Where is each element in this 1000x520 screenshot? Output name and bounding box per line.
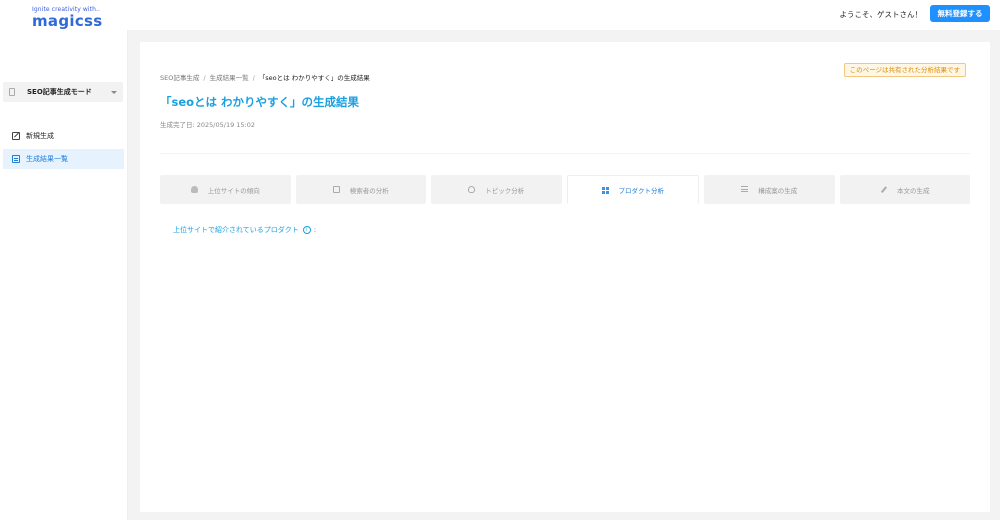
tab-label: 構成案の生成 (758, 186, 798, 195)
crown-icon (190, 186, 198, 193)
section-label-text: 上位サイトで紹介されているプロダクト (173, 226, 299, 234)
edit-icon (12, 132, 20, 140)
tab-product-analysis[interactable]: プロダクト分析 (566, 175, 699, 204)
logo[interactable]: Ignite creativity with.. magicss (32, 6, 103, 30)
tab-outline-generation[interactable]: 構成案の生成 (704, 175, 835, 204)
grid-icon (601, 186, 609, 194)
logo-text: magicss (32, 12, 103, 30)
card-icon (332, 186, 340, 193)
mode-select[interactable]: SEO記事生成モード (3, 82, 123, 102)
sidebar-item-new[interactable]: 新規生成 (3, 126, 124, 146)
breadcrumb-item[interactable]: SEO記事生成 (160, 74, 199, 82)
breadcrumb-current: 「seoとは わかりやすく」の生成結果 (258, 74, 370, 82)
lines-icon (741, 186, 749, 193)
breadcrumb-separator: / (203, 74, 206, 82)
tab-label: 検索者の分析 (349, 186, 389, 195)
list-icon (12, 155, 20, 163)
bulb-icon (468, 186, 476, 193)
sidebar-item-label: 生成結果一覧 (26, 155, 68, 163)
breadcrumb: SEO記事生成 / 生成結果一覧 / 「seoとは わかりやすく」の生成結果 (160, 72, 370, 82)
tab-label: トピック分析 (485, 186, 525, 195)
tab-topic-analysis[interactable]: トピック分析 (431, 175, 562, 204)
chevron-down-icon (111, 90, 117, 94)
shared-badge: このページは共有された分析結果です (843, 63, 966, 77)
completed-date: 生成完了日: 2025/05/19 15:02 (160, 121, 256, 129)
section-label: 上位サイトで紹介されているプロダクト i : (173, 225, 316, 235)
content-card (140, 42, 990, 512)
info-icon[interactable]: i (302, 226, 311, 234)
pen-icon (880, 186, 887, 193)
sidebar-item-results[interactable]: 生成結果一覧 (3, 149, 124, 169)
tab-searcher-analysis[interactable]: 検索者の分析 (295, 175, 426, 204)
sidebar: SEO記事生成モード 新規生成 生成結果一覧 (0, 30, 128, 520)
divider (160, 153, 970, 154)
top-header: Ignite creativity with.. magicss ようこそ、ゲス… (0, 0, 1000, 30)
breadcrumb-item[interactable]: 生成結果一覧 (210, 74, 249, 82)
tab-label: プロダクト分析 (618, 187, 665, 195)
breadcrumb-separator: / (252, 74, 255, 82)
page-title: 「seoとは わかりやすく」の生成結果 (160, 95, 360, 109)
mode-select-label: SEO記事生成モード (27, 88, 92, 96)
section-colon: : (313, 226, 317, 234)
tab-label: 本文の生成 (897, 186, 930, 195)
signup-button[interactable]: 無料登録する (930, 5, 990, 22)
welcome-text: ようこそ、ゲストさん！ (839, 10, 923, 19)
tab-body-generation[interactable]: 本文の生成 (839, 175, 970, 204)
tab-top-sites[interactable]: 上位サイトの傾向 (160, 175, 291, 204)
document-icon (9, 88, 15, 96)
sidebar-item-label: 新規生成 (26, 132, 54, 140)
tab-bar: 上位サイトの傾向 検索者の分析 トピック分析 プロダクト分析 構成案の生成 本文… (160, 175, 970, 204)
tab-label: 上位サイトの傾向 (207, 186, 260, 195)
